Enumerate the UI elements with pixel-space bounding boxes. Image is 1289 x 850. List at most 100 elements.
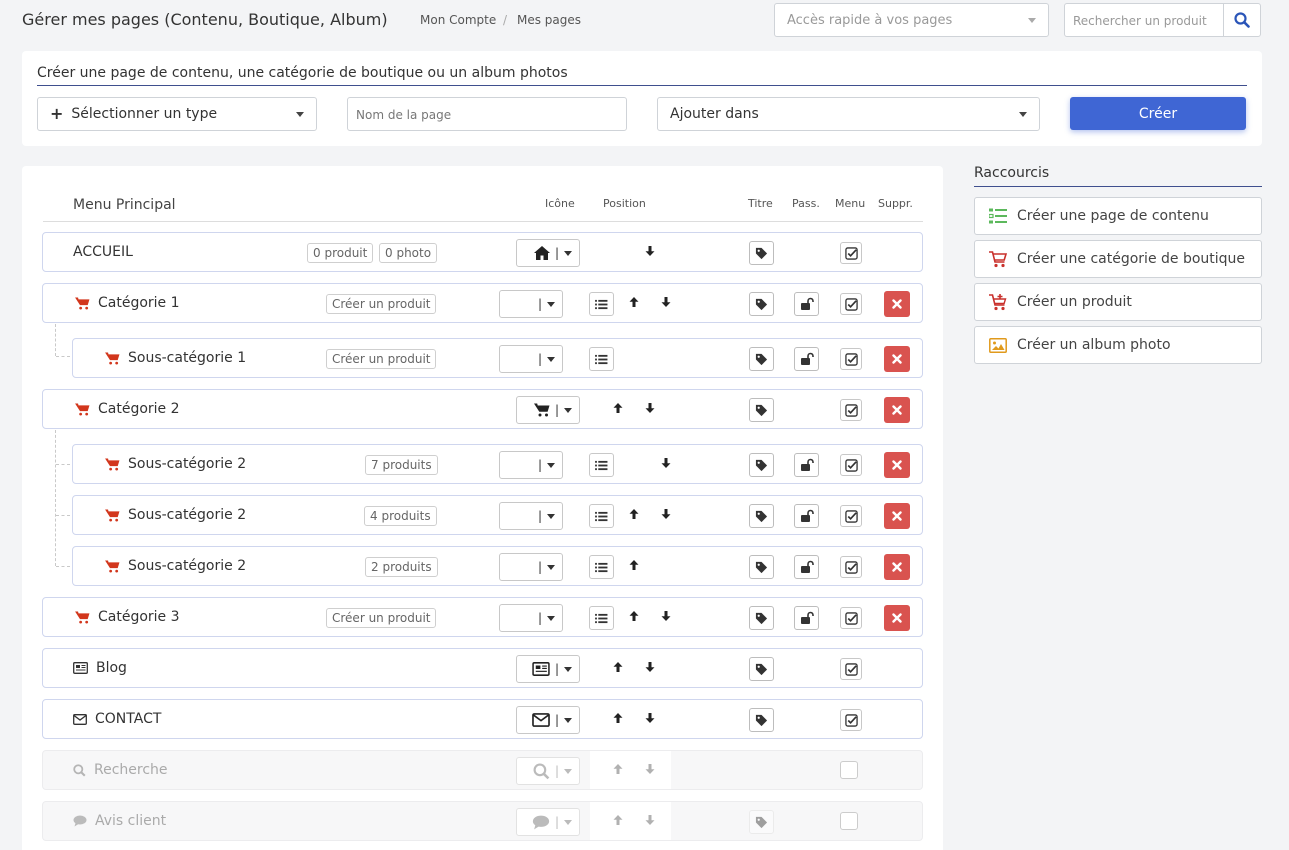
add-in-select[interactable]: Ajouter dans <box>657 97 1040 131</box>
delete-button[interactable] <box>884 291 910 317</box>
menu-row-blog[interactable]: Blog | <box>42 648 923 688</box>
icon-select[interactable]: | <box>516 808 580 836</box>
title-tag-button[interactable] <box>749 555 774 579</box>
icon-select[interactable]: | <box>499 604 563 632</box>
password-lock-button[interactable] <box>794 504 819 528</box>
icon-select[interactable]: | <box>499 290 563 318</box>
delete-button[interactable] <box>884 554 910 580</box>
move-up-icon[interactable] <box>612 763 624 775</box>
menu-row-categorie-2[interactable]: Catégorie 2 | <box>42 389 923 429</box>
menu-visible-checkbox[interactable] <box>840 812 858 830</box>
delete-button[interactable] <box>884 397 910 423</box>
menu-visible-checkbox[interactable] <box>840 658 862 680</box>
menu-row-avis-client[interactable]: Avis client | <box>42 801 923 841</box>
menu-row-recherche[interactable]: Recherche | <box>42 750 923 790</box>
create-product-badge[interactable]: Créer un produit <box>326 294 437 314</box>
move-down-icon[interactable] <box>644 245 656 257</box>
shortcut-create-product[interactable]: Créer un produit <box>974 283 1262 321</box>
title-tag-button[interactable] <box>749 708 774 732</box>
move-down-icon[interactable] <box>644 661 656 673</box>
move-up-icon[interactable] <box>612 661 624 673</box>
shortcut-create-content-page[interactable]: Créer une page de contenu <box>974 197 1262 235</box>
breadcrumb-account[interactable]: Mon Compte <box>420 13 496 27</box>
product-count-badge[interactable]: 2 produits <box>365 557 438 577</box>
menu-visible-checkbox[interactable] <box>840 761 858 779</box>
icon-select[interactable]: | <box>516 757 580 785</box>
move-up-icon[interactable] <box>612 814 624 826</box>
title-tag-button[interactable] <box>749 504 774 528</box>
move-up-icon[interactable] <box>628 610 640 622</box>
menu-row-accueil[interactable]: ACCUEIL 0 produit 0 photo | <box>42 232 923 272</box>
title-tag-button[interactable] <box>749 398 774 422</box>
title-tag-button[interactable] <box>749 657 774 681</box>
password-lock-button[interactable] <box>794 606 819 630</box>
search-button[interactable] <box>1223 3 1261 37</box>
move-down-icon[interactable] <box>660 508 672 520</box>
title-tag-button[interactable] <box>749 810 774 834</box>
title-tag-button[interactable] <box>749 241 774 265</box>
menu-visible-checkbox[interactable] <box>840 556 862 578</box>
menu-row-categorie-1[interactable]: Catégorie 1 Créer un produit | <box>42 283 923 323</box>
subpages-list-button[interactable] <box>589 292 614 316</box>
move-up-icon[interactable] <box>612 402 624 414</box>
icon-select[interactable]: | <box>516 239 580 267</box>
icon-select[interactable]: | <box>499 502 563 530</box>
title-tag-button[interactable] <box>749 453 774 477</box>
delete-button[interactable] <box>884 503 910 529</box>
shortcut-create-photo-album[interactable]: Créer un album photo <box>974 326 1262 364</box>
move-down-icon[interactable] <box>644 712 656 724</box>
move-down-icon[interactable] <box>660 610 672 622</box>
menu-visible-checkbox[interactable] <box>840 709 862 731</box>
title-tag-button[interactable] <box>749 292 774 316</box>
menu-row-sous-categorie-2b[interactable]: Sous-catégorie 2 4 produits | <box>72 495 923 535</box>
title-tag-button[interactable] <box>749 606 774 630</box>
icon-select[interactable]: | <box>499 345 563 373</box>
delete-button[interactable] <box>884 605 910 631</box>
subpages-list-button[interactable] <box>589 347 614 371</box>
menu-row-categorie-3[interactable]: Catégorie 3 Créer un produit | <box>42 597 923 637</box>
menu-visible-checkbox[interactable] <box>840 399 862 421</box>
subpages-list-button[interactable] <box>589 504 614 528</box>
password-lock-button[interactable] <box>794 453 819 477</box>
move-up-icon[interactable] <box>628 559 640 571</box>
product-count-badge[interactable]: 4 produits <box>364 506 437 526</box>
move-down-icon[interactable] <box>644 814 656 826</box>
icon-select[interactable]: | <box>499 553 563 581</box>
move-up-icon[interactable] <box>628 296 640 308</box>
product-count-badge[interactable]: 0 produit <box>307 243 374 263</box>
password-lock-button[interactable] <box>794 347 819 371</box>
subpages-list-button[interactable] <box>589 555 614 579</box>
menu-row-sous-categorie-2c[interactable]: Sous-catégorie 2 2 produits | <box>72 546 923 586</box>
icon-select[interactable]: | <box>516 396 580 424</box>
quick-access-select[interactable]: Accès rapide à vos pages <box>774 3 1049 37</box>
menu-visible-checkbox[interactable] <box>840 293 862 315</box>
menu-visible-checkbox[interactable] <box>840 242 862 264</box>
delete-button[interactable] <box>884 452 910 478</box>
menu-visible-checkbox[interactable] <box>840 505 862 527</box>
move-up-icon[interactable] <box>628 508 640 520</box>
menu-row-sous-categorie-2a[interactable]: Sous-catégorie 2 7 produits | <box>72 444 923 484</box>
product-count-badge[interactable]: 7 produits <box>365 455 438 475</box>
icon-select[interactable]: | <box>516 655 580 683</box>
move-down-icon[interactable] <box>644 402 656 414</box>
password-lock-button[interactable] <box>794 555 819 579</box>
menu-row-sous-categorie-1[interactable]: Sous-catégorie 1 Créer un produit | <box>72 338 923 378</box>
menu-row-contact[interactable]: CONTACT | <box>42 699 923 739</box>
menu-visible-checkbox[interactable] <box>840 454 862 476</box>
product-search-input[interactable]: Rechercher un produit <box>1064 3 1224 37</box>
move-down-icon[interactable] <box>660 296 672 308</box>
icon-select[interactable]: | <box>499 451 563 479</box>
photo-count-badge[interactable]: 0 photo <box>379 243 438 263</box>
icon-select[interactable]: | <box>516 706 580 734</box>
page-name-input[interactable]: Nom de la page <box>347 97 627 131</box>
type-select[interactable]: + Sélectionner un type <box>37 97 317 131</box>
menu-visible-checkbox[interactable] <box>840 348 862 370</box>
move-down-icon[interactable] <box>660 457 672 469</box>
menu-visible-checkbox[interactable] <box>840 607 862 629</box>
create-button[interactable]: Créer <box>1070 97 1246 130</box>
create-product-badge[interactable]: Créer un produit <box>326 349 437 369</box>
subpages-list-button[interactable] <box>589 453 614 477</box>
shortcut-create-shop-category[interactable]: Créer une catégorie de boutique <box>974 240 1262 278</box>
title-tag-button[interactable] <box>749 347 774 371</box>
create-product-badge[interactable]: Créer un produit <box>326 608 437 628</box>
